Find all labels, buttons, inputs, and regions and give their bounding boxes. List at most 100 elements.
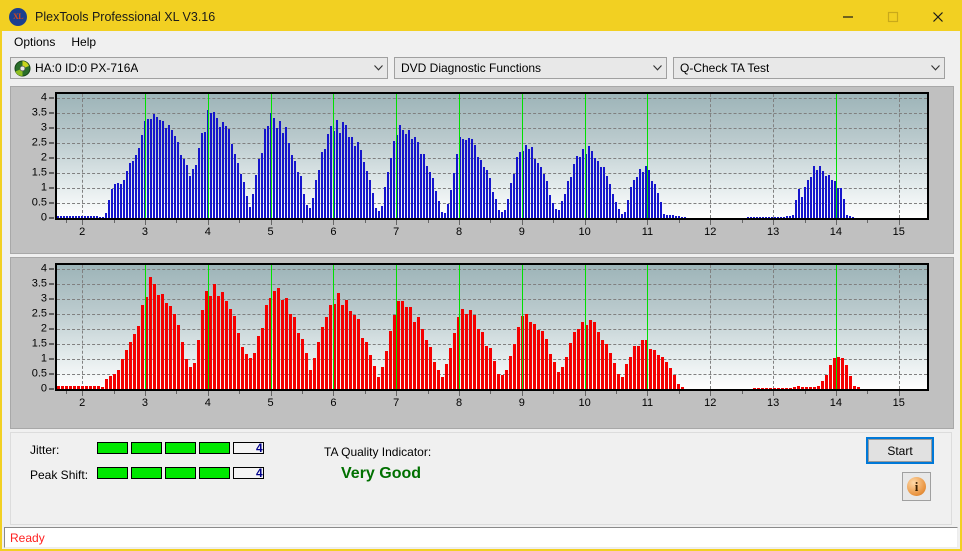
chart-bar bbox=[165, 127, 167, 218]
function-select-value: DVD Diagnostic Functions bbox=[401, 61, 542, 75]
x-tick-label: 6 bbox=[330, 226, 337, 238]
chevron-down-icon[interactable] bbox=[649, 58, 666, 78]
chart-bar bbox=[660, 201, 662, 218]
chart-bar bbox=[765, 217, 767, 218]
chart-bar bbox=[411, 139, 413, 218]
chart-bar bbox=[789, 387, 792, 389]
chart-bar bbox=[210, 113, 212, 218]
meter-segment bbox=[97, 467, 128, 479]
x-tick-label: 9 bbox=[518, 226, 525, 238]
x-tick bbox=[710, 391, 712, 396]
chart-bar bbox=[805, 387, 808, 389]
chart-bar bbox=[57, 216, 59, 218]
chart-bar bbox=[555, 209, 557, 218]
chart-marker-line bbox=[396, 94, 398, 218]
chart-bar bbox=[408, 130, 410, 218]
chart-bar bbox=[828, 175, 830, 218]
y-tick bbox=[49, 268, 54, 270]
jitter-chart-bars bbox=[57, 94, 927, 218]
chart-bar bbox=[636, 177, 638, 218]
y-tick-label: 2 bbox=[40, 151, 47, 164]
chart-bar bbox=[768, 217, 770, 218]
chart-bar bbox=[549, 194, 551, 218]
chart-bar bbox=[261, 152, 263, 218]
chart-bar bbox=[294, 161, 296, 218]
chart-bar bbox=[807, 179, 809, 218]
y-tick-label: 3 bbox=[40, 292, 47, 305]
chart-bar bbox=[817, 386, 820, 389]
chart-bar bbox=[501, 211, 503, 218]
x-tick-label: 9 bbox=[518, 397, 525, 409]
chart-bar bbox=[537, 330, 540, 389]
chart-bar bbox=[240, 174, 242, 218]
chart-bar bbox=[813, 386, 816, 389]
x-tick bbox=[584, 391, 586, 396]
chart-bar bbox=[90, 216, 92, 218]
chart-bar bbox=[525, 144, 527, 218]
chart-bar bbox=[471, 139, 473, 218]
chevron-down-icon[interactable] bbox=[927, 58, 944, 78]
drive-select[interactable]: HA:0 ID:0 PX-716A bbox=[10, 57, 388, 79]
function-select[interactable]: DVD Diagnostic Functions bbox=[394, 57, 667, 79]
chart-bar bbox=[291, 154, 293, 218]
peak-shift-chart-x-axis: 2 3 4 5 6 7 8 9 10 11 12 13 14 15 bbox=[55, 391, 929, 413]
close-icon[interactable] bbox=[915, 2, 960, 31]
chart-bar bbox=[324, 149, 326, 218]
start-button[interactable]: Start bbox=[866, 437, 934, 464]
y-tick bbox=[49, 373, 54, 375]
x-tick-minor bbox=[364, 391, 366, 394]
chart-bar bbox=[543, 174, 545, 218]
chart-bar bbox=[781, 387, 784, 389]
chart-bar bbox=[141, 304, 144, 389]
chart-bar bbox=[279, 120, 281, 218]
chart-bar bbox=[573, 163, 575, 218]
x-tick-label: 6 bbox=[330, 397, 337, 409]
chart-bar bbox=[105, 378, 108, 389]
menu-item-help[interactable]: Help bbox=[63, 33, 104, 51]
chart-bar bbox=[159, 119, 161, 218]
chart-bar bbox=[228, 129, 230, 218]
x-tick-minor bbox=[804, 391, 806, 394]
chart-bar bbox=[753, 217, 755, 218]
y-tick-label: 2.5 bbox=[31, 136, 47, 149]
y-tick-label: 4 bbox=[40, 262, 47, 275]
minimize-icon[interactable] bbox=[825, 2, 870, 31]
chart-bar bbox=[157, 295, 160, 389]
chart-marker-line bbox=[207, 94, 209, 218]
chart-bar bbox=[336, 120, 338, 218]
chart-bar bbox=[653, 349, 656, 389]
chart-bar bbox=[137, 326, 140, 389]
chart-bar bbox=[361, 337, 364, 389]
chart-bar bbox=[489, 347, 492, 389]
chevron-down-icon[interactable] bbox=[370, 58, 387, 78]
x-tick bbox=[835, 391, 837, 396]
chart-bar bbox=[84, 216, 86, 218]
test-select[interactable]: Q-Check TA Test bbox=[673, 57, 945, 79]
chart-bar bbox=[414, 136, 416, 218]
chart-bar bbox=[801, 197, 803, 218]
menu-item-options[interactable]: Options bbox=[6, 33, 63, 51]
chart-bar bbox=[381, 366, 384, 389]
chart-bar bbox=[255, 174, 257, 218]
chart-bar bbox=[297, 333, 300, 389]
y-tick-label: 0 bbox=[40, 211, 47, 224]
chart-bar bbox=[593, 321, 596, 389]
chart-bar bbox=[497, 374, 500, 389]
info-button[interactable]: i bbox=[902, 472, 931, 501]
chart-bar bbox=[609, 184, 611, 218]
y-tick-label: 2.5 bbox=[31, 307, 47, 320]
y-tick-label: 1 bbox=[40, 352, 47, 365]
x-tick bbox=[773, 391, 775, 396]
x-tick-label: 10 bbox=[578, 397, 591, 409]
chart-bar bbox=[507, 199, 509, 218]
chart-bar bbox=[425, 339, 428, 389]
maximize-icon[interactable] bbox=[870, 2, 915, 31]
chart-bar bbox=[300, 175, 302, 218]
chart-bar bbox=[305, 352, 308, 389]
chart-bar bbox=[81, 216, 83, 218]
x-tick-minor bbox=[364, 220, 366, 223]
chart-bar bbox=[357, 142, 359, 218]
chart-bar bbox=[69, 386, 72, 389]
x-tick-label: 5 bbox=[267, 397, 274, 409]
meter-segment bbox=[131, 442, 162, 454]
